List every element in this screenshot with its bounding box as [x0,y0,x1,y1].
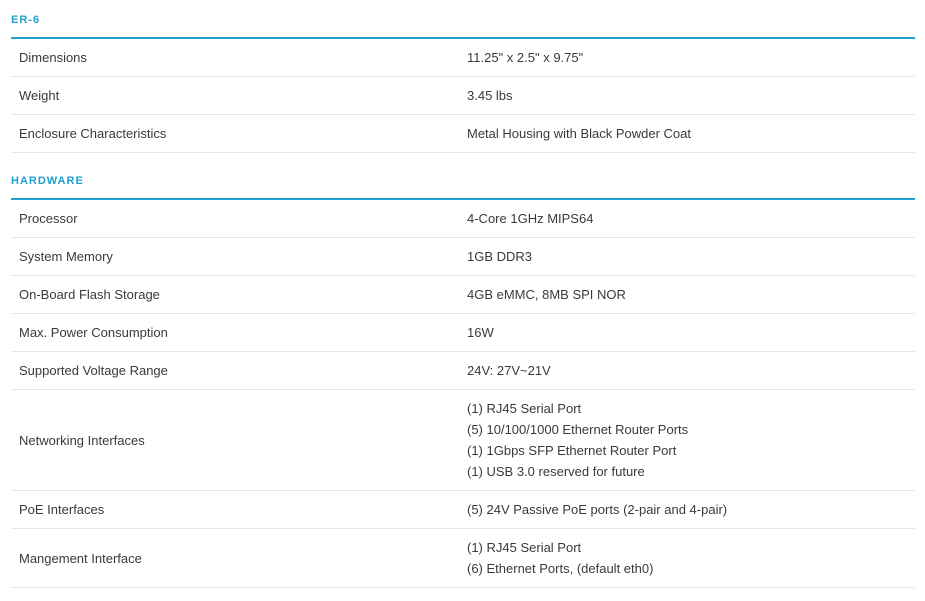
spec-value-line: 1GB DDR3 [467,249,533,264]
spec-value-line: (1) RJ45 Serial Port [467,401,582,416]
spec-value-line: 11.25" x 2.5" x 9.75" [467,50,584,65]
spec-value: 4-Core 1GHz MIPS64 [467,200,593,237]
spec-value-line: (5) 24V Passive PoE ports (2-pair and 4-… [467,502,728,517]
spec-label: Mangement Interface [19,550,142,566]
table-row: Enclosure Characteristics Metal Housing … [11,115,915,153]
spec-value-line: 16W [467,325,494,340]
table-row: Supported Voltage Range 24V: 27V~21V [11,352,915,390]
spec-label: System Memory [19,249,113,264]
spec-value-line: Metal Housing with Black Powder Coat [467,126,691,141]
spec-value: 11.25" x 2.5" x 9.75" [467,39,583,76]
table-row: Processor 4-Core 1GHz MIPS64 [11,200,915,238]
spec-value: 3.45 lbs [467,77,513,114]
spec-value: (5) 24V Passive PoE ports (2-pair and 4-… [467,491,727,528]
spec-value: Metal Housing with Black Powder Coat [467,115,691,152]
spec-label: Networking Interfaces [19,432,145,448]
spec-table-hardware: Processor 4-Core 1GHz MIPS64 System Memo… [11,200,915,588]
spec-value-line: 24V: 27V~21V [467,363,551,378]
spec-value-line: 4-Core 1GHz MIPS64 [467,211,594,226]
spec-label: Weight [19,88,60,103]
spec-value-line: 3.45 lbs [467,88,513,103]
spec-value: 4GB eMMC, 8MB SPI NOR [467,276,626,313]
table-row: System Memory 1GB DDR3 [11,238,915,276]
spec-table-er6: Dimensions 11.25" x 2.5" x 9.75" Weight … [11,39,915,153]
spec-value-line: (1) USB 3.0 reserved for future [467,464,645,479]
spec-label: Processor [19,211,78,226]
spec-value: 24V: 27V~21V [467,352,551,389]
spec-label: Enclosure Characteristics [19,126,167,141]
spec-value-line: (6) Ethernet Ports, (default eth0) [467,561,654,576]
spec-label: PoE Interfaces [19,502,105,517]
spec-value-line: 4GB eMMC, 8MB SPI NOR [467,287,626,302]
spec-value-line: (1) 1Gbps SFP Ethernet Router Port [467,443,677,458]
table-row: Dimensions 11.25" x 2.5" x 9.75" [11,39,915,77]
spec-label: Max. Power Consumption [19,325,168,340]
table-row: PoE Interfaces (5) 24V Passive PoE ports… [11,491,915,529]
section-title-er6: ER-6 [11,14,41,26]
table-row: Mangement Interface (1) RJ45 Serial Port… [11,529,915,588]
spec-value-line: (5) 10/100/1000 Ethernet Router Ports [467,422,689,437]
table-row: Weight 3.45 lbs [11,77,915,115]
spec-value: (1) RJ45 Serial Port (5) 10/100/1000 Eth… [467,390,688,490]
spec-value: 1GB DDR3 [467,238,532,275]
spec-value: 16W [467,314,494,351]
spec-value-line: (1) RJ45 Serial Port [467,540,582,555]
spec-page: ER-6 Dimensions 11.25" x 2.5" x 9.75" We… [0,0,925,601]
section-title-hardware: HARDWARE [11,175,84,187]
spec-label: Dimensions [19,50,87,65]
table-row: Max. Power Consumption 16W [11,314,915,352]
spec-label: On-Board Flash Storage [19,287,160,302]
spec-label: Supported Voltage Range [19,363,168,378]
table-row: Networking Interfaces (1) RJ45 Serial Po… [11,390,915,491]
table-row: On-Board Flash Storage 4GB eMMC, 8MB SPI… [11,276,915,314]
spec-value: (1) RJ45 Serial Port (6) Ethernet Ports,… [467,529,653,587]
